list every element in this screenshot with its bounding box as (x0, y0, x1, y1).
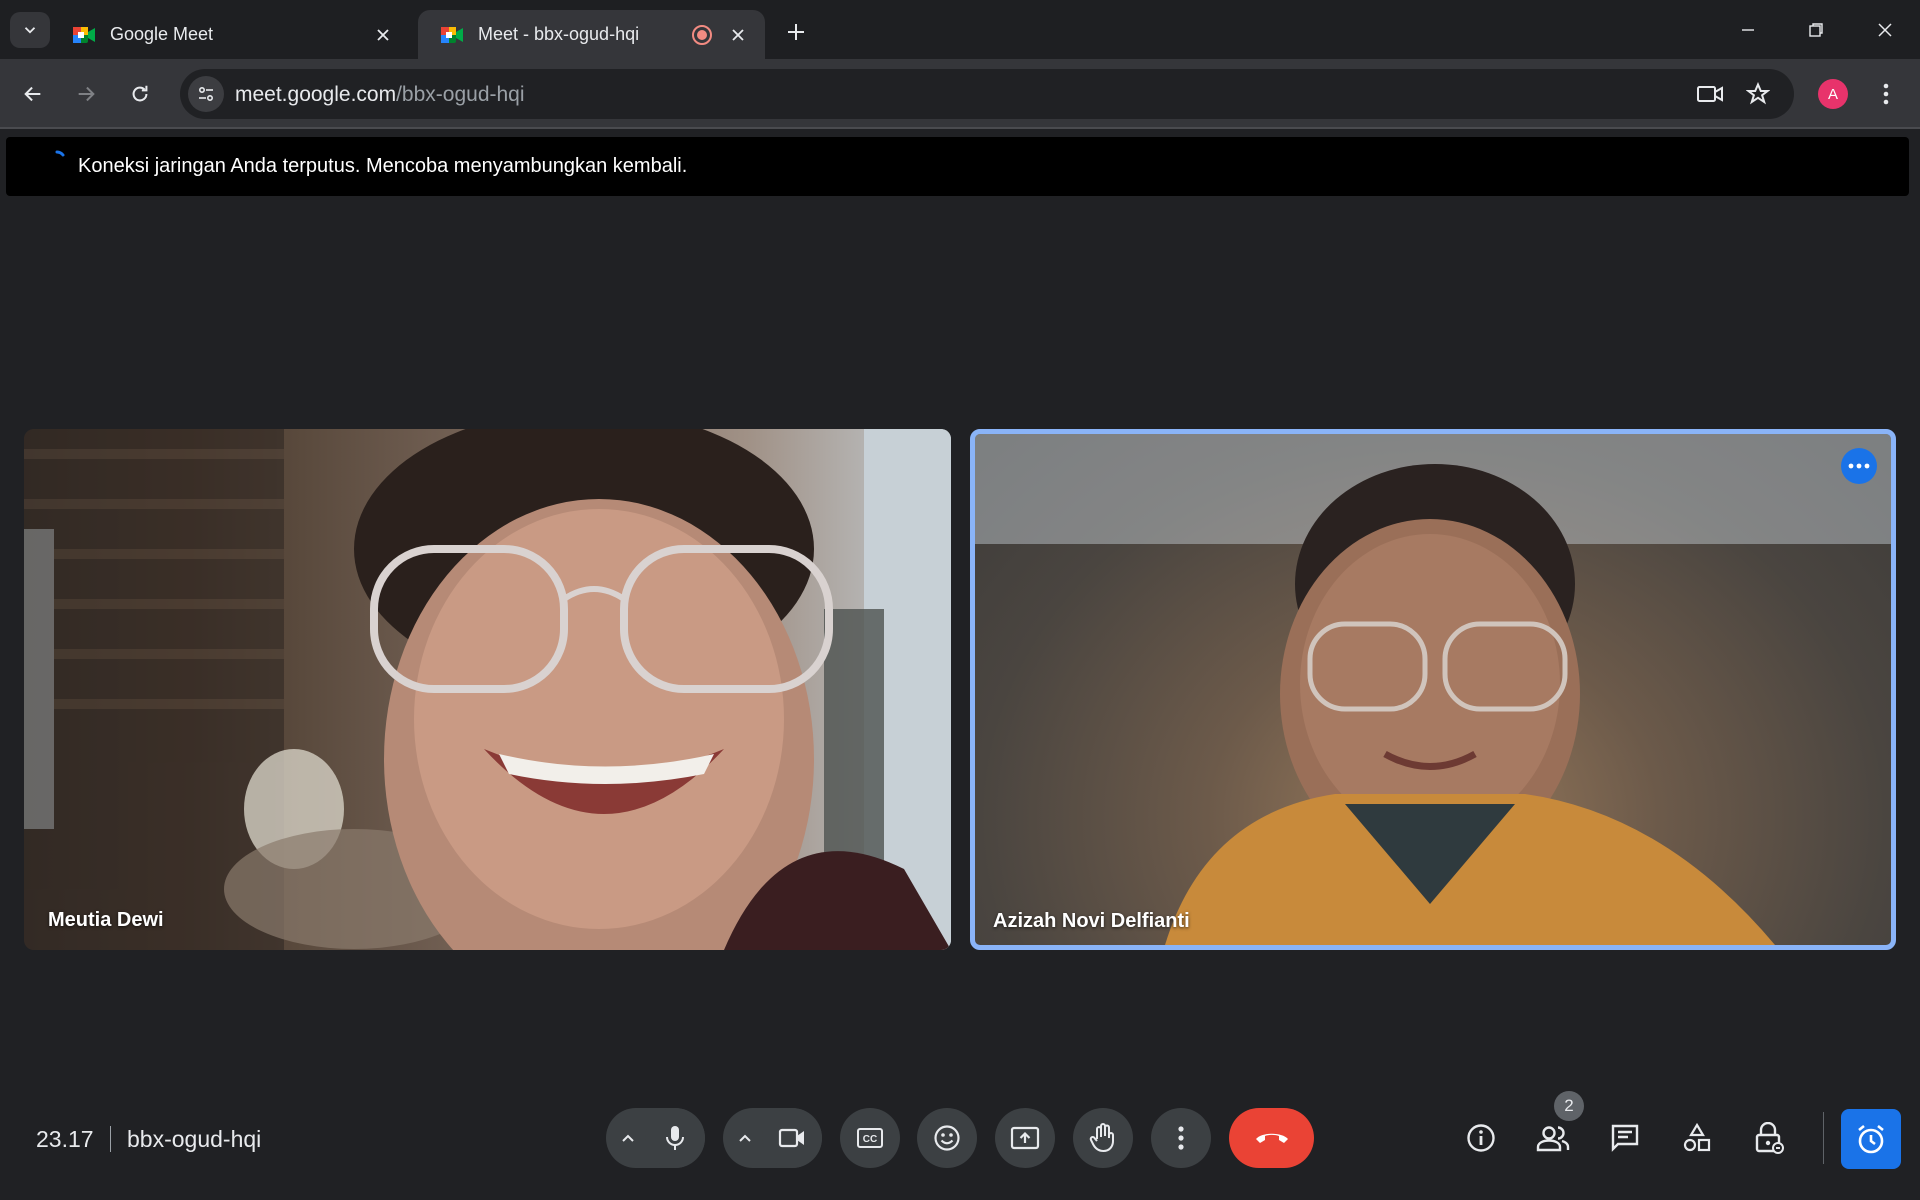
participant-name: Meutia Dewi (48, 909, 164, 931)
activities-icon (1683, 1123, 1711, 1152)
video-camera-icon (1697, 86, 1723, 102)
browser-menu-button[interactable] (1870, 76, 1902, 112)
star-icon (1746, 82, 1770, 105)
people-button[interactable] (1529, 1114, 1577, 1162)
raise-hand-button[interactable] (1073, 1108, 1133, 1168)
host-controls-button[interactable] (1745, 1114, 1793, 1162)
captions-icon: CC (857, 1128, 883, 1148)
divider (110, 1126, 111, 1152)
chat-icon (1611, 1124, 1639, 1152)
timer-button[interactable] (1841, 1109, 1901, 1169)
participant-tile-active-speaker[interactable]: Azizah Novi Delfianti (970, 429, 1896, 950)
more-vert-icon (1883, 83, 1889, 105)
minimize-icon (1742, 29, 1754, 31)
microphone-button[interactable] (645, 1108, 705, 1168)
microphone-icon (666, 1126, 684, 1150)
new-tab-button[interactable] (780, 16, 812, 48)
meeting-code[interactable]: bbx-ogud-hqi (127, 1126, 261, 1153)
emoji-icon (934, 1125, 960, 1151)
people-icon (1536, 1126, 1570, 1152)
meeting-details-button[interactable] (1457, 1114, 1505, 1162)
audio-options-button[interactable] (614, 1124, 642, 1152)
chevron-down-icon (24, 27, 36, 34)
close-tab-button[interactable] (370, 22, 396, 48)
divider (1823, 1112, 1824, 1164)
tab-google-meet[interactable]: Google Meet (50, 10, 410, 59)
banner-message: Koneksi jaringan Anda terputus. Mencoba … (78, 155, 688, 177)
close-tab-button[interactable] (725, 22, 751, 48)
activities-button[interactable] (1673, 1114, 1721, 1162)
address-bar[interactable]: meet.google.com/bbx-ogud-hqi (180, 69, 1794, 119)
participant-video (975, 434, 1891, 945)
reactions-button[interactable] (917, 1108, 977, 1168)
camera-in-use-button[interactable] (1694, 78, 1726, 110)
chat-button[interactable] (1601, 1114, 1649, 1162)
reconnecting-banner: Koneksi jaringan Anda terputus. Mencoba … (6, 137, 1909, 196)
close-icon (1878, 23, 1892, 37)
captions-button[interactable]: CC (840, 1108, 900, 1168)
restore-icon (1809, 23, 1823, 37)
tab-search-button[interactable] (10, 12, 50, 48)
url-path: /bbx-ogud-hqi (396, 83, 525, 106)
browser-toolbar: meet.google.com/bbx-ogud-hqi A (0, 59, 1920, 129)
url-host: meet.google.com (235, 83, 397, 106)
tab-meet-call[interactable]: Meet - bbx-ogud-hqi (418, 10, 765, 59)
participant-tile[interactable]: Meutia Dewi (24, 429, 951, 950)
end-call-icon (1255, 1133, 1288, 1143)
restore-window-button[interactable] (1793, 12, 1839, 48)
plus-icon (788, 24, 804, 40)
present-screen-icon (1010, 1126, 1040, 1150)
minimize-window-button[interactable] (1725, 12, 1771, 48)
browser-tab-strip: Google Meet Meet - bbx-ogud-hqi (0, 0, 1920, 59)
info-icon (1467, 1124, 1495, 1152)
back-button[interactable] (15, 76, 51, 112)
close-window-button[interactable] (1862, 12, 1908, 48)
participant-name: Azizah Novi Delfianti (993, 910, 1190, 932)
close-icon (732, 28, 744, 41)
tab-title: Meet - bbx-ogud-hqi (478, 24, 640, 44)
meeting-time: 23.17 (36, 1126, 94, 1152)
tab-title: Google Meet (110, 24, 214, 44)
google-meet-favicon-icon (441, 26, 463, 43)
site-info-button[interactable] (188, 76, 224, 112)
loading-spinner-icon (55, 150, 65, 157)
reload-button[interactable] (122, 76, 158, 112)
arrow-left-icon (24, 86, 41, 102)
more-horiz-icon (1848, 463, 1870, 469)
forward-button[interactable] (68, 76, 104, 112)
participant-count-badge: 2 (1554, 1091, 1584, 1121)
profile-avatar[interactable]: A (1818, 79, 1848, 109)
close-icon (377, 28, 389, 41)
raise-hand-icon (1089, 1123, 1114, 1153)
more-options-button[interactable] (1151, 1108, 1211, 1168)
present-now-button[interactable] (995, 1108, 1055, 1168)
chevron-up-icon (622, 1134, 634, 1142)
url-text[interactable]: meet.google.com/bbx-ogud-hqi (235, 83, 525, 107)
chevron-up-icon (739, 1134, 751, 1142)
site-settings-icon (198, 86, 214, 102)
more-options-icon (1178, 1126, 1184, 1150)
host-controls-icon (1755, 1122, 1784, 1154)
svg-text:CC: CC (863, 1134, 877, 1145)
camera-icon (778, 1128, 804, 1148)
timer-icon (1858, 1124, 1884, 1154)
video-options-button[interactable] (731, 1124, 759, 1152)
bookmark-button[interactable] (1742, 78, 1774, 110)
leave-call-button[interactable] (1229, 1108, 1314, 1168)
camera-button[interactable] (762, 1108, 822, 1168)
participant-video (24, 429, 951, 950)
google-meet-favicon-icon (73, 26, 95, 43)
tile-more-options-button[interactable] (1841, 448, 1877, 484)
reload-icon (132, 85, 148, 102)
arrow-right-icon (78, 86, 95, 102)
recording-indicator-icon (692, 24, 712, 45)
